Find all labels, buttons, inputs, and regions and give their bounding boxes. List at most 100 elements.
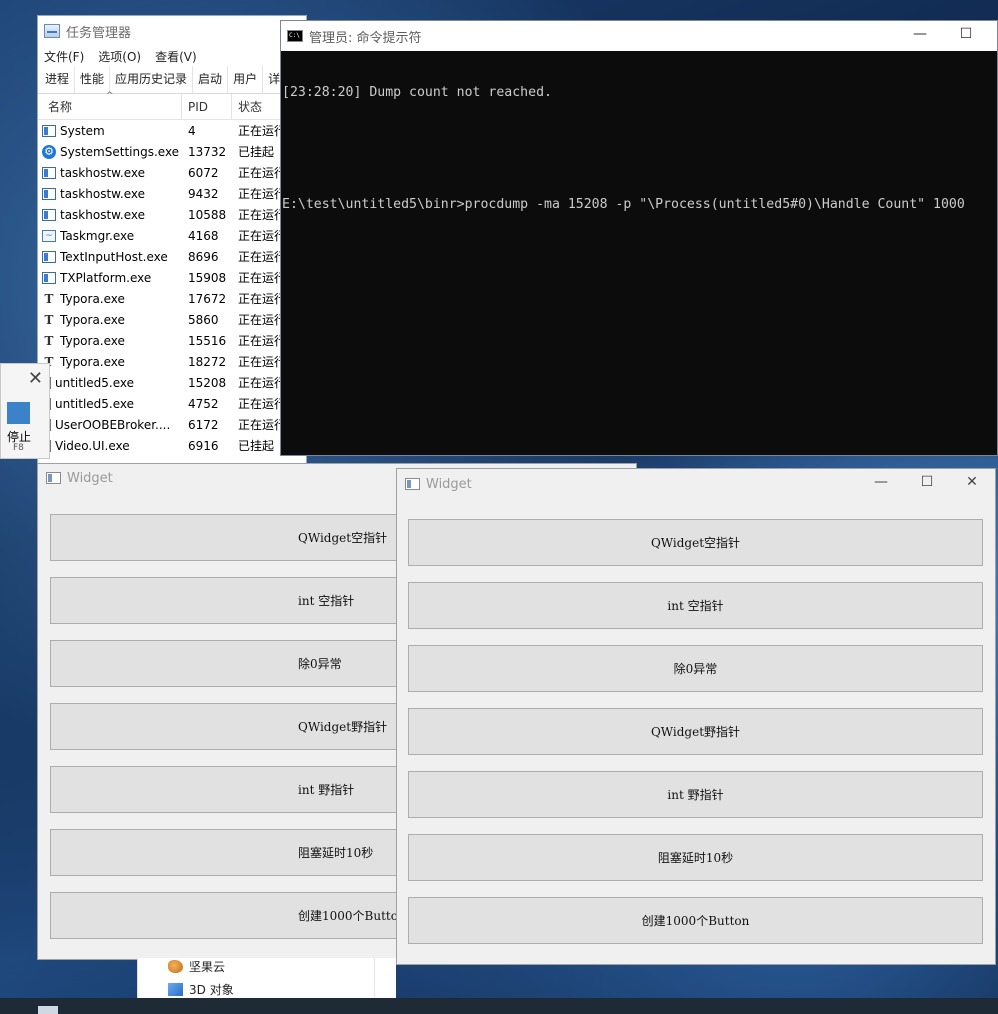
process-status: 正在运行: [238, 313, 287, 327]
widget-app-icon: [46, 472, 61, 484]
process-row[interactable]: T Typora.exe 18272 正在运行: [38, 351, 306, 372]
process-row[interactable]: taskhostw.exe 10588 正在运行: [38, 204, 306, 225]
typora-icon: T: [44, 291, 54, 306]
process-name: taskhostw.exe: [60, 186, 145, 201]
win-icon: [42, 271, 56, 284]
taskbar-app-icon[interactable]: [38, 1006, 58, 1014]
close-icon[interactable]: ✕: [28, 368, 43, 389]
cube-icon: [168, 983, 183, 996]
process-pid: 10588: [188, 207, 227, 222]
process-status: 正在运行: [238, 397, 287, 411]
block-delay-button[interactable]: 阻塞延时10秒: [408, 834, 983, 881]
process-name: Typora.exe: [60, 333, 125, 348]
typora-icon: T: [44, 333, 54, 348]
taskmgr-menubar: 文件(F) 选项(O) 查看(V): [38, 46, 306, 66]
maximize-icon[interactable]: ☐: [957, 26, 975, 42]
process-pid: 4: [188, 123, 196, 138]
taskmgr-title: 任务管理器: [66, 25, 132, 41]
process-pid: 6916: [188, 438, 219, 453]
widget-window-right: Widget — ☐ ✕ QWidget空指针 int 空指针 除0异常 QWi…: [396, 468, 996, 965]
process-row[interactable]: System 4 正在运行: [38, 120, 306, 141]
taskmgr-titlebar[interactable]: 任务管理器: [38, 16, 306, 46]
cmd-output[interactable]: [23:28:20] Dump count not reached. E:\te…: [281, 51, 997, 255]
stop-icon[interactable]: [7, 402, 30, 424]
process-row[interactable]: taskhostw.exe 6072 正在运行: [38, 162, 306, 183]
process-status: 正在运行: [238, 271, 287, 285]
process-pid: 4168: [188, 228, 219, 243]
process-row[interactable]: UserOOBEBroker.... 6172 正在运行: [38, 414, 306, 435]
process-name-cell: T Typora.exe: [38, 334, 182, 348]
cmd-line: E:\test\untitled5\binr>procdump -ma 1520…: [282, 197, 965, 212]
column-pid[interactable]: PID: [182, 94, 232, 119]
file-explorer-fragment: 坚果云 3D 对象: [137, 958, 396, 998]
process-name: taskhostw.exe: [60, 207, 145, 222]
tab-performance[interactable]: 性能: [75, 66, 111, 93]
process-name-cell: System: [38, 124, 182, 138]
create-buttons-button[interactable]: 创建1000个Button: [408, 897, 983, 944]
nav-item-jianguoyun[interactable]: 坚果云: [168, 958, 225, 975]
minimize-icon[interactable]: —: [911, 26, 929, 42]
process-name: Video.UI.exe: [55, 438, 130, 453]
process-pid: 6072: [188, 165, 219, 180]
process-row[interactable]: TXPlatform.exe 15908 正在运行: [38, 267, 306, 288]
menu-file[interactable]: 文件(F): [44, 48, 84, 65]
qwidget-wild-pointer-button[interactable]: QWidget野指针: [408, 708, 983, 755]
process-row[interactable]: Video.UI.exe 6916 已挂起: [38, 435, 306, 456]
process-row[interactable]: untitled5.exe 15208 正在运行: [38, 372, 306, 393]
pane-divider: [374, 958, 375, 998]
int-null-pointer-button[interactable]: int 空指针: [408, 582, 983, 629]
widget-app-icon: [405, 478, 420, 490]
process-row[interactable]: T Typora.exe 15516 正在运行: [38, 330, 306, 351]
process-name-cell: T Typora.exe: [38, 292, 182, 306]
menu-view[interactable]: 查看(V): [155, 48, 197, 65]
menu-options[interactable]: 选项(O): [98, 48, 141, 65]
minimize-icon[interactable]: —: [872, 474, 890, 490]
process-row[interactable]: T Typora.exe 17672 正在运行: [38, 288, 306, 309]
process-row[interactable]: T Typora.exe 5860 正在运行: [38, 309, 306, 330]
process-pid: 15208: [188, 375, 227, 390]
process-status: 正在运行: [238, 292, 287, 306]
process-pid: 13732: [188, 144, 227, 159]
process-name-cell: untitled5.exe: [38, 376, 182, 390]
process-status: 正在运行: [238, 229, 287, 243]
int-wild-pointer-button[interactable]: int 野指针: [408, 771, 983, 818]
nav-item-label: 3D 对象: [189, 983, 234, 997]
process-row[interactable]: ⚙ SystemSettings.exe 13732 已挂起: [38, 141, 306, 162]
process-pid: 15516: [188, 333, 227, 348]
process-status: 正在运行: [238, 355, 287, 369]
process-name: Taskmgr.exe: [60, 228, 135, 243]
process-pid: 4752: [188, 396, 219, 411]
column-status[interactable]: 状态: [232, 98, 262, 115]
command-prompt-window: C:\ 管理员: 命令提示符 — ☐ [23:28:20] Dump count…: [280, 20, 998, 456]
process-row[interactable]: taskhostw.exe 9432 正在运行: [38, 183, 306, 204]
nav-item-3d-objects[interactable]: 3D 对象: [168, 981, 234, 998]
maximize-icon[interactable]: ☐: [918, 474, 936, 490]
process-row[interactable]: TextInputHost.exe 8696 正在运行: [38, 246, 306, 267]
process-row[interactable]: ~ Taskmgr.exe 4168 正在运行: [38, 225, 306, 246]
divide-by-zero-button[interactable]: 除0异常: [408, 645, 983, 692]
tab-users[interactable]: 用户: [228, 66, 264, 93]
process-row[interactable]: untitled5.exe 4752 正在运行: [38, 393, 306, 414]
process-name-cell: T Typora.exe: [38, 355, 182, 369]
jianguoyun-icon: [168, 960, 183, 973]
cmd-line: [282, 141, 996, 157]
tab-processes[interactable]: 进程: [40, 66, 76, 93]
process-pid: 15908: [188, 270, 227, 285]
process-status: 正在运行: [238, 418, 287, 432]
tab-app-history[interactable]: 应用历史记录: [110, 66, 194, 93]
qwidget-null-pointer-button[interactable]: QWidget空指针: [408, 519, 983, 566]
process-pid: 9432: [188, 186, 219, 201]
process-name-cell: taskhostw.exe: [38, 166, 182, 180]
process-pid: 5860: [188, 312, 219, 327]
close-icon[interactable]: ✕: [963, 474, 981, 490]
process-status: 正在运行: [238, 187, 287, 201]
process-name: untitled5.exe: [55, 375, 135, 390]
process-name: TextInputHost.exe: [60, 249, 168, 264]
widget-titlebar[interactable]: Widget: [397, 469, 995, 499]
cmd-title: 管理员: 命令提示符: [309, 30, 422, 46]
process-name: System: [60, 123, 105, 138]
tab-startup[interactable]: 启动: [193, 66, 229, 93]
cmd-titlebar[interactable]: C:\ 管理员: 命令提示符: [281, 21, 997, 51]
process-status: 已挂起: [238, 145, 275, 159]
taskmgr-tabs: 进程 性能 应用历史记录 启动 用户 详: [38, 66, 306, 94]
